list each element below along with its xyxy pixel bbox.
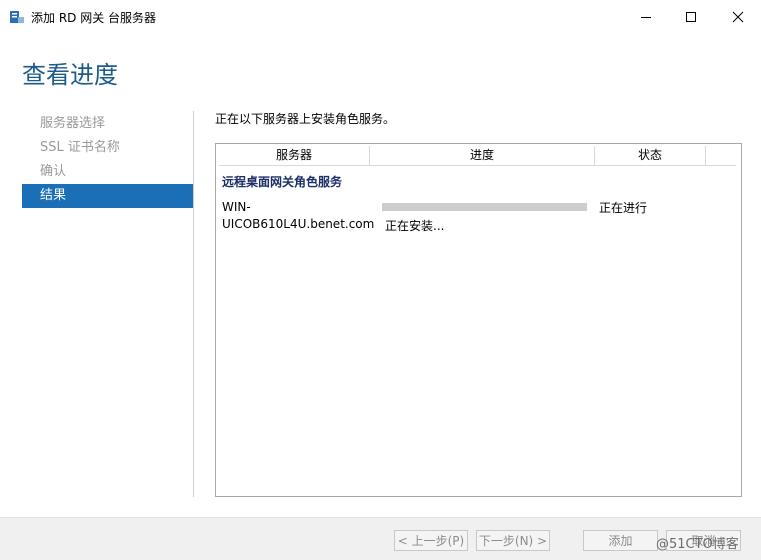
server-name-line2: UICOB610L4U.benet.com <box>222 217 375 231</box>
intro-text: 正在以下服务器上安装角色服务。 <box>215 112 396 126</box>
nav-item-ssl-certificate-name[interactable]: SSL 证书名称 <box>22 136 193 160</box>
server-name-line1: WIN- <box>222 200 251 214</box>
add-button[interactable]: 添加 <box>583 530 658 551</box>
page-title: 查看进度 <box>22 61 118 89</box>
maximize-button[interactable] <box>668 0 714 33</box>
title-bar: 添加 RD 网关 台服务器 <box>0 0 761 33</box>
server-name: WIN- UICOB610L4U.benet.com <box>222 199 375 233</box>
server-manager-icon <box>9 9 25 23</box>
table-header: 服务器 进度 状态 <box>219 146 736 166</box>
progress-fill <box>382 203 587 211</box>
column-header-progress[interactable]: 进度 <box>370 146 595 165</box>
footer: < 上一步(P) 下一步(N) > 添加 取消 @51CTO博客 <box>0 517 761 560</box>
close-icon <box>732 11 744 22</box>
wizard-nav: 服务器选择 SSL 证书名称 确认 结果 <box>22 112 193 208</box>
nav-item-results[interactable]: 结果 <box>22 184 193 208</box>
minimize-button[interactable] <box>623 0 669 33</box>
nav-item-confirmation[interactable]: 确认 <box>22 160 193 184</box>
status-text: 正在进行 <box>599 201 648 215</box>
group-label: 远程桌面网关角色服务 <box>222 175 343 189</box>
minimize-icon <box>641 16 651 18</box>
results-table: 服务器 进度 状态 远程桌面网关角色服务 WIN- UICOB610L4U.be… <box>215 143 742 497</box>
window-title: 添加 RD 网关 台服务器 <box>31 11 157 25</box>
column-header-status[interactable]: 状态 <box>595 146 706 165</box>
watermark: @51CTO博客 <box>656 537 739 552</box>
column-header-server[interactable]: 服务器 <box>219 146 370 165</box>
nav-item-server-selection[interactable]: 服务器选择 <box>22 112 193 136</box>
previous-button[interactable]: < 上一步(P) <box>394 530 468 551</box>
nav-divider <box>193 111 194 497</box>
maximize-icon <box>686 11 696 22</box>
next-button[interactable]: 下一步(N) > <box>476 530 550 551</box>
progress-bar <box>382 203 587 211</box>
close-button[interactable] <box>715 0 761 33</box>
progress-text: 正在安装... <box>385 219 445 233</box>
